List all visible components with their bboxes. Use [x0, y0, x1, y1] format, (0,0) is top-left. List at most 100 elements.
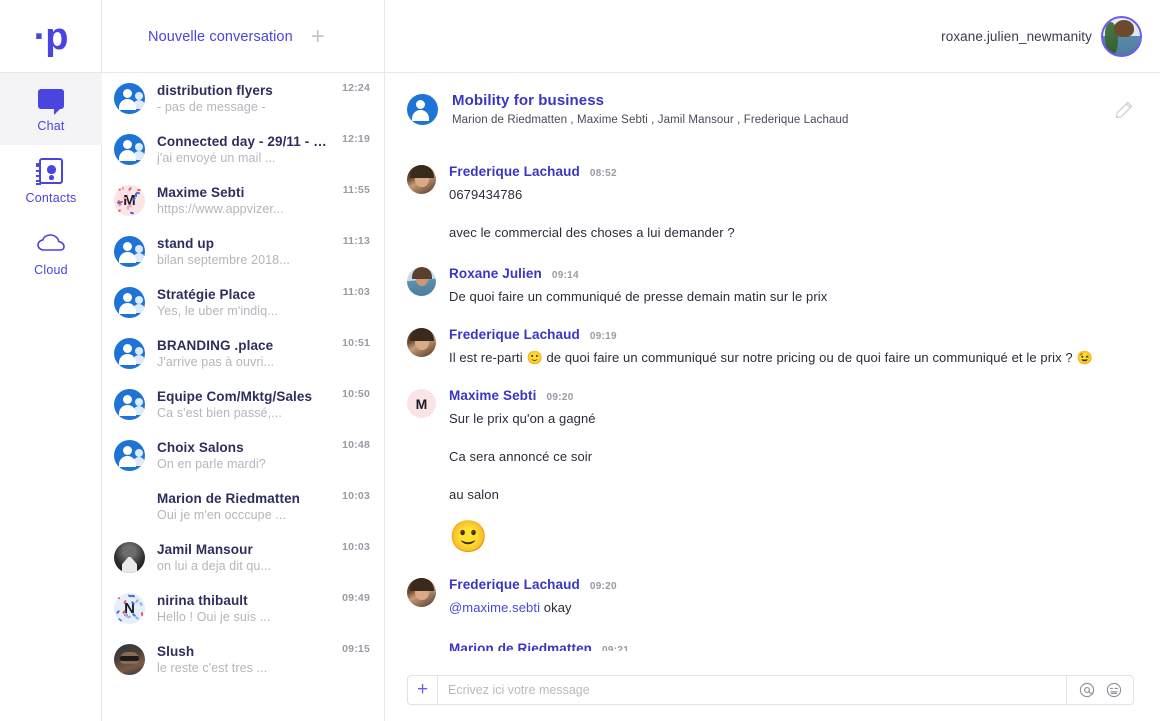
group-avatar: [114, 338, 145, 369]
sidebar-item-label: Cloud: [34, 263, 68, 277]
message-list[interactable]: Frederique Lachaud 08:52 0679434786 avec…: [385, 146, 1160, 651]
message-author: Roxane Julien: [449, 264, 542, 284]
conversation-title: BRANDING .place: [157, 337, 334, 354]
group-avatar: [114, 440, 145, 471]
message-text: Ca sera annoncé ce soir: [449, 446, 1134, 467]
conversation-preview: le reste c'est tres ...: [157, 660, 334, 677]
page-title: Mobility for business: [452, 90, 1114, 111]
conversation-preview: On en parle mardi?: [157, 456, 334, 473]
message-text: au salon: [449, 484, 1134, 505]
conversation-preview: https://www.appvizer...: [157, 201, 335, 218]
user-name: roxane.julien_newmanity: [941, 29, 1092, 44]
message-text: @maxime.sebti okay: [449, 597, 1134, 618]
avatar: [407, 578, 436, 607]
conversation-preview: on lui a deja dit qu...: [157, 558, 334, 575]
conversation-preview: - pas de message -: [157, 99, 334, 116]
list-item[interactable]: Connected day - 29/11 - Lill... j'ai env…: [102, 124, 384, 175]
message-text: avec le commercial des choses a lui dema…: [449, 222, 1134, 243]
sidebar-item-contacts[interactable]: Contacts: [0, 145, 102, 217]
avatar[interactable]: [1101, 16, 1142, 57]
sidebar-item-label: Chat: [37, 119, 64, 133]
user-account[interactable]: roxane.julien_newmanity: [941, 0, 1142, 73]
contact-avatar: M: [114, 185, 145, 216]
message-text: Il est re-parti 🙂 de quoi faire un commu…: [449, 347, 1134, 368]
message-time: 09:19: [590, 327, 617, 347]
conversation-title: Choix Salons: [157, 439, 334, 456]
conversation-time: 10:03: [342, 541, 370, 553]
avatar: [407, 165, 436, 194]
plus-icon[interactable]: +: [311, 25, 325, 49]
sidebar-item-chat[interactable]: Chat: [0, 73, 102, 145]
conversation-preview: Yes, le uber m'indiq...: [157, 303, 335, 320]
message-time: 09:20: [546, 388, 573, 408]
group-avatar: [114, 236, 145, 267]
new-conversation-bar: Nouvelle conversation +: [102, 0, 385, 73]
mention-link[interactable]: @maxime.sebti: [449, 600, 540, 615]
sidebar-item-label: Contacts: [26, 191, 77, 205]
at-icon[interactable]: [1078, 682, 1095, 699]
new-conversation-label[interactable]: Nouvelle conversation: [148, 29, 293, 45]
conversation-time: 12:24: [342, 82, 370, 94]
message-time: 09:21: [602, 641, 629, 651]
conversation-title: Equipe Com/Mktg/Sales: [157, 388, 334, 405]
list-item[interactable]: stand up bilan septembre 2018... 11:13: [102, 226, 384, 277]
message-text: Sur le prix qu'on a gagné: [449, 408, 1134, 429]
conversation-time: 09:49: [342, 592, 370, 604]
avatar: [407, 328, 436, 357]
message-author: Frederique Lachaud: [449, 325, 580, 345]
conversation-preview: j'ai envoyé un mail ...: [157, 150, 334, 167]
conversation-title: Maxime Sebti: [157, 184, 335, 201]
avatar-placeholder: [407, 642, 436, 651]
message-composer: +: [407, 675, 1134, 705]
list-item[interactable]: Slush le reste c'est tres ... 09:15: [102, 634, 384, 685]
group-avatar: [114, 83, 145, 114]
list-item[interactable]: N nirina thibault Hello ! Oui je suis ..…: [102, 583, 384, 634]
chat-application: ·p Nouvelle conversation + roxane.julien…: [0, 0, 1160, 721]
conversation-time: 11:55: [343, 184, 370, 196]
message-author: Marion de Riedmatten: [449, 639, 592, 651]
message-author: Frederique Lachaud: [449, 575, 580, 595]
conversation-preview: J'arrive pas à ouvri...: [157, 354, 334, 371]
list-item[interactable]: Stratégie Place Yes, le uber m'indiq... …: [102, 277, 384, 328]
avatar: [407, 267, 436, 296]
list-item[interactable]: Choix Salons On en parle mardi? 10:48: [102, 430, 384, 481]
conversation-preview: bilan septembre 2018...: [157, 252, 335, 269]
conversation-time: 11:13: [343, 235, 370, 247]
message: Roxane Julien 09:14 De quoi faire un com…: [407, 264, 1134, 309]
list-item[interactable]: distribution flyers - pas de message - 1…: [102, 73, 384, 124]
message: Frederique Lachaud 08:52 0679434786 avec…: [407, 162, 1134, 245]
chat-pane: Mobility for business Marion de Riedmatt…: [385, 73, 1160, 721]
sidebar-item-cloud[interactable]: Cloud: [0, 217, 102, 289]
list-item[interactable]: Equipe Com/Mktg/Sales Ca s'est bien pass…: [102, 379, 384, 430]
app-logo[interactable]: ·p: [0, 0, 102, 73]
left-navigation: Chat Contacts Cloud: [0, 73, 102, 721]
message-text: 0679434786: [449, 184, 1134, 205]
conversation-title: stand up: [157, 235, 335, 252]
address-book-icon: [37, 158, 65, 184]
group-avatar: [407, 94, 438, 125]
conversation-list[interactable]: distribution flyers - pas de message - 1…: [102, 73, 385, 721]
conversation-title: nirina thibault: [157, 592, 334, 609]
list-item[interactable]: BRANDING .place J'arrive pas à ouvri... …: [102, 328, 384, 379]
list-item[interactable]: M Maxime Sebti https://www.appvizer... 1…: [102, 175, 384, 226]
chat-participants: Marion de Riedmatten , Maxime Sebti , Ja…: [452, 111, 1114, 129]
conversation-title: distribution flyers: [157, 82, 334, 99]
message-input[interactable]: [438, 676, 1066, 704]
group-avatar: [114, 389, 145, 420]
conversation-time: 10:50: [342, 388, 370, 400]
cloud-icon: [37, 230, 65, 256]
conversation-time: 09:15: [342, 643, 370, 655]
group-avatar: [114, 134, 145, 165]
conversation-time: 10:48: [342, 439, 370, 451]
contact-avatar: [114, 644, 145, 675]
attach-plus-icon[interactable]: +: [408, 676, 438, 704]
smiley-icon[interactable]: [1105, 682, 1122, 699]
pencil-icon[interactable]: [1114, 100, 1134, 120]
list-item[interactable]: Marion de Riedmatten Oui je m'en occcupe…: [102, 481, 384, 532]
list-item[interactable]: Jamil Mansour on lui a deja dit qu... 10…: [102, 532, 384, 583]
message-time: 09:20: [590, 577, 617, 597]
message-text-rest: okay: [540, 600, 572, 615]
chat-header: Mobility for business Marion de Riedmatt…: [385, 73, 1160, 146]
conversation-title: Slush: [157, 643, 334, 660]
message-emoji: 🙂: [449, 521, 1134, 552]
